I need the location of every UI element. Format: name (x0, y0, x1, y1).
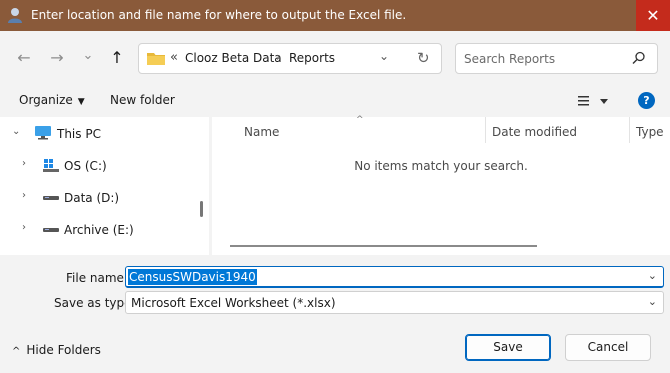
tree-item-label: This PC (57, 127, 101, 141)
folder-icon (147, 53, 165, 65)
cancel-button[interactable]: Cancel (565, 334, 651, 361)
search-icon[interactable] (632, 51, 646, 65)
help-icon[interactable]: ? (638, 92, 655, 109)
file-name-value[interactable]: CensusSWDavis1940 (128, 269, 257, 285)
empty-message: No items match your search. (354, 159, 528, 173)
save-button[interactable]: Save (465, 334, 551, 361)
hide-folders-label: Hide Folders (26, 343, 101, 357)
recent-locations-button[interactable]: ⌄ (76, 44, 100, 68)
chevron-up-icon: ^ (12, 346, 21, 357)
caret-down-icon: ▼ (77, 97, 85, 107)
file-list: ^ Name Date modified Type No items match… (212, 115, 670, 255)
column-header-date-modified[interactable]: Date modified (492, 125, 577, 139)
windows-drive-icon (43, 159, 59, 172)
chevron-down-icon[interactable]: ⌄ (379, 49, 389, 63)
tree-item-data-d[interactable]: › Data (D:) (0, 183, 200, 211)
file-name-label: File name: (66, 271, 128, 285)
navigation-pane: ⌄ This PC › OS (C:) › Data (D:) › Archiv… (0, 117, 209, 255)
organize-menu[interactable]: Organize ▼ (19, 93, 85, 107)
breadcrumb-separator-icon[interactable]: › (276, 50, 281, 64)
back-button[interactable]: ← (12, 46, 36, 70)
view-options-icon[interactable] (576, 91, 616, 111)
tree-item-os-c[interactable]: › OS (C:) (0, 151, 200, 179)
tree-item-archive-e[interactable]: › Archive (E:) (0, 215, 200, 243)
computer-icon (35, 126, 51, 140)
breadcrumb-item[interactable]: Reports (289, 51, 335, 65)
drive-icon (43, 228, 59, 232)
column-divider[interactable] (485, 117, 486, 143)
save-as-type-label: Save as type: (54, 296, 136, 310)
dialog-body: ← → ⌄ ↑ « Clooz Beta Data › Reports ⌄ ↻ … (0, 31, 670, 373)
save-as-type-select[interactable]: Microsoft Excel Worksheet (*.xlsx) ⌄ (125, 291, 664, 314)
window-title: Enter location and file name for where t… (31, 8, 407, 22)
address-bar[interactable]: « Clooz Beta Data › Reports ⌄ ↻ (138, 43, 442, 74)
search-box[interactable] (455, 43, 658, 74)
up-button[interactable]: ↑ (105, 46, 129, 70)
title-bar: Enter location and file name for where t… (0, 0, 670, 31)
tree-item-label: Archive (E:) (64, 223, 134, 237)
hide-folders-button[interactable]: ^ Hide Folders (12, 343, 101, 357)
new-folder-button[interactable]: New folder (110, 93, 175, 107)
collapsed-chevron-icon[interactable]: › (22, 190, 26, 201)
user-icon (8, 8, 22, 23)
drive-icon (43, 196, 59, 200)
tree-item-label: OS (C:) (64, 159, 107, 173)
collapsed-chevron-icon[interactable]: › (22, 222, 26, 233)
overflow-icon[interactable]: « (170, 50, 178, 65)
forward-button[interactable]: → (45, 46, 69, 70)
navigation-scrollbar[interactable] (200, 201, 203, 217)
column-header-type[interactable]: Type (636, 125, 664, 139)
chevron-down-icon[interactable]: ⌄ (648, 269, 657, 282)
file-name-field[interactable]: CensusSWDavis1940 ⌄ (125, 266, 664, 288)
chevron-down-icon[interactable]: ⌄ (648, 295, 657, 308)
refresh-icon[interactable]: ↻ (417, 49, 430, 67)
collapsed-chevron-icon[interactable]: › (22, 158, 26, 169)
column-divider[interactable] (629, 117, 630, 143)
save-as-type-value: Microsoft Excel Worksheet (*.xlsx) (131, 296, 336, 310)
organize-label: Organize (19, 93, 73, 107)
sort-ascending-icon: ^ (356, 115, 364, 125)
search-input[interactable] (464, 50, 624, 68)
tree-item-label: Data (D:) (64, 191, 120, 205)
breadcrumb-item[interactable]: Clooz Beta Data (185, 51, 282, 65)
close-button[interactable]: ✕ (636, 0, 670, 31)
tree-item-this-pc[interactable]: ⌄ This PC (0, 119, 200, 147)
horizontal-scrollbar[interactable] (230, 245, 537, 247)
column-header-name[interactable]: Name (244, 125, 279, 139)
expanded-chevron-icon[interactable]: ⌄ (12, 126, 20, 137)
